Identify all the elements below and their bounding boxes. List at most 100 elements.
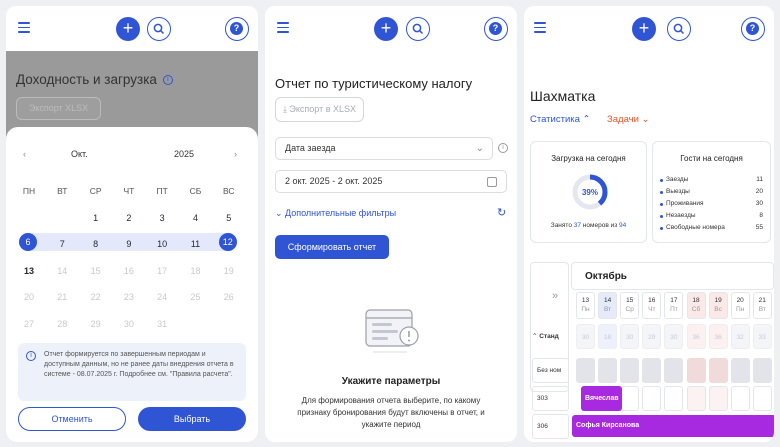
grid-cell[interactable] [752,358,772,383]
chessboard-grid: » Октябрь ⌃ Станд Без ном 303 306 Вячесл… [530,262,774,442]
day-header[interactable]: 13 Пн [576,292,595,319]
calendar-day[interactable]: 7 [52,237,72,251]
report-illustration-icon [365,309,419,353]
day-weekday: Ср [625,306,634,313]
guest-stat-row[interactable]: Заезды 11 [660,174,763,186]
grid-cell[interactable] [686,386,706,411]
grid-cell[interactable] [752,386,772,411]
calendar-day[interactable]: 8 [86,237,106,251]
month-header: Октябрь [571,262,774,290]
day-weekday: Чт [648,306,656,313]
calendar-day[interactable]: 13 [19,264,39,278]
generate-report-button[interactable]: Сформировать отчет [275,235,389,259]
help-button[interactable]: ? [484,17,508,41]
grid-cell[interactable] [708,386,728,411]
chevron-left-icon[interactable]: ‹ [23,149,26,159]
help-button[interactable]: ? [225,17,249,41]
grid-cell[interactable] [730,358,750,383]
guest-stat-label: Незаезды [666,212,696,219]
grid-cell[interactable] [620,358,640,383]
booking-bar[interactable]: Вячеслав [581,386,622,411]
tab-tasks[interactable]: Задачи ⌄ [607,114,650,125]
day-header[interactable]: 21 Вт [752,292,772,319]
grid-cell[interactable] [730,386,750,411]
calendar-day[interactable]: 5 [219,211,239,225]
guest-stat-value: 8 [759,212,763,219]
guest-stat-label: Заезды [666,176,689,183]
day-header[interactable]: 17 Пт [664,292,684,319]
weekday-label: ПТ [156,186,168,196]
search-button[interactable] [667,17,691,41]
empty-state-title: Укажите параметры [341,376,441,387]
year-select[interactable]: 2025 [174,149,194,159]
booking-bar[interactable]: Софья Кирсанова [572,415,774,437]
date-type-select[interactable]: Дата заезда ⌄ [275,137,493,160]
grid-cell[interactable] [686,358,706,383]
calendar-day[interactable]: 1 [86,211,106,225]
info-icon: i [26,351,36,361]
weekday-label: СР [89,186,102,196]
info-icon[interactable]: i [162,75,173,86]
calendar-day[interactable]: 11 [186,237,206,251]
calendar-day[interactable]: 2 [119,211,139,225]
grid-cell[interactable] [620,386,640,411]
grid-cell[interactable] [664,358,684,383]
calendar-week: 12345 [16,204,248,231]
month-select[interactable]: Окт. [71,149,88,159]
guest-stat-value: 11 [756,176,763,183]
add-button[interactable]: + [632,17,656,41]
day-header[interactable]: 14 Вт [598,292,618,319]
export-xlsx-button[interactable]: ⤓ Экспорт в XLSX [275,97,364,122]
grid-cell[interactable] [708,358,728,383]
calendar-day: 28 [57,318,68,329]
room-type-toggle[interactable]: ⌃ Станд [532,332,559,340]
export-xlsx-button[interactable]: Экспорт XLSX [16,97,101,120]
add-button[interactable]: + [374,17,398,41]
calendar-day[interactable]: 4 [186,211,206,225]
tab-statistics[interactable]: Статистика ⌃ [530,114,591,125]
refresh-icon[interactable]: ↻ [497,206,506,219]
menu-icon[interactable] [534,22,546,33]
grid-cell[interactable] [576,358,595,383]
calendar-header: ‹ Окт. 2025 › [6,149,258,163]
search-icon [673,23,685,35]
grid-cell[interactable] [642,358,662,383]
question-icon: ? [489,22,502,35]
search-button[interactable] [406,17,430,41]
cancel-button[interactable]: Отменить [18,407,126,431]
calendar-icon[interactable] [487,177,497,187]
chevron-right-icon[interactable]: › [234,149,237,159]
weekday-label: ПН [22,186,36,196]
calendar-day: 25 [190,292,201,302]
calendar-day[interactable]: 9 [119,237,139,251]
menu-icon[interactable] [18,22,30,33]
select-button[interactable]: Выбрать [138,407,246,431]
calendar-day[interactable]: 6 [19,233,37,251]
double-chevron-icon[interactable]: » [552,290,558,302]
info-icon[interactable]: i [498,143,508,153]
guest-stat-row[interactable]: Выезды 20 [660,186,763,198]
help-button[interactable]: ? [741,17,765,41]
date-range-field[interactable]: 2 окт. 2025 - 2 окт. 2025 [275,170,507,193]
search-button[interactable] [147,17,171,41]
calendar-day[interactable]: 10 [152,237,172,251]
day-header[interactable]: 19 Вс [708,292,728,319]
guest-stat-row[interactable]: Незаезды 8 [660,210,763,222]
calendar-day[interactable]: 3 [152,211,172,225]
day-header[interactable]: 15 Ср [620,292,640,319]
day-header[interactable]: 20 Пн [730,292,750,319]
guest-stat-row[interactable]: Свободные номера 55 [660,222,763,234]
add-button[interactable]: + [116,17,140,41]
day-weekday: Пт [670,306,678,313]
day-header[interactable]: 18 Сб [686,292,706,319]
grid-cell[interactable] [642,386,662,411]
additional-filters-toggle[interactable]: ⌄ Дополнительные фильтры [275,208,396,219]
day-header[interactable]: 16 Чт [642,292,662,319]
menu-icon[interactable] [277,22,289,33]
guest-stat-row[interactable]: Проживания 30 [660,198,763,210]
calendar-day: 29 [90,318,101,329]
calendar-day[interactable]: 12 [218,233,237,251]
grid-cell[interactable] [664,386,684,411]
grid-cell[interactable] [598,358,618,383]
day-number: 15 [626,297,634,304]
